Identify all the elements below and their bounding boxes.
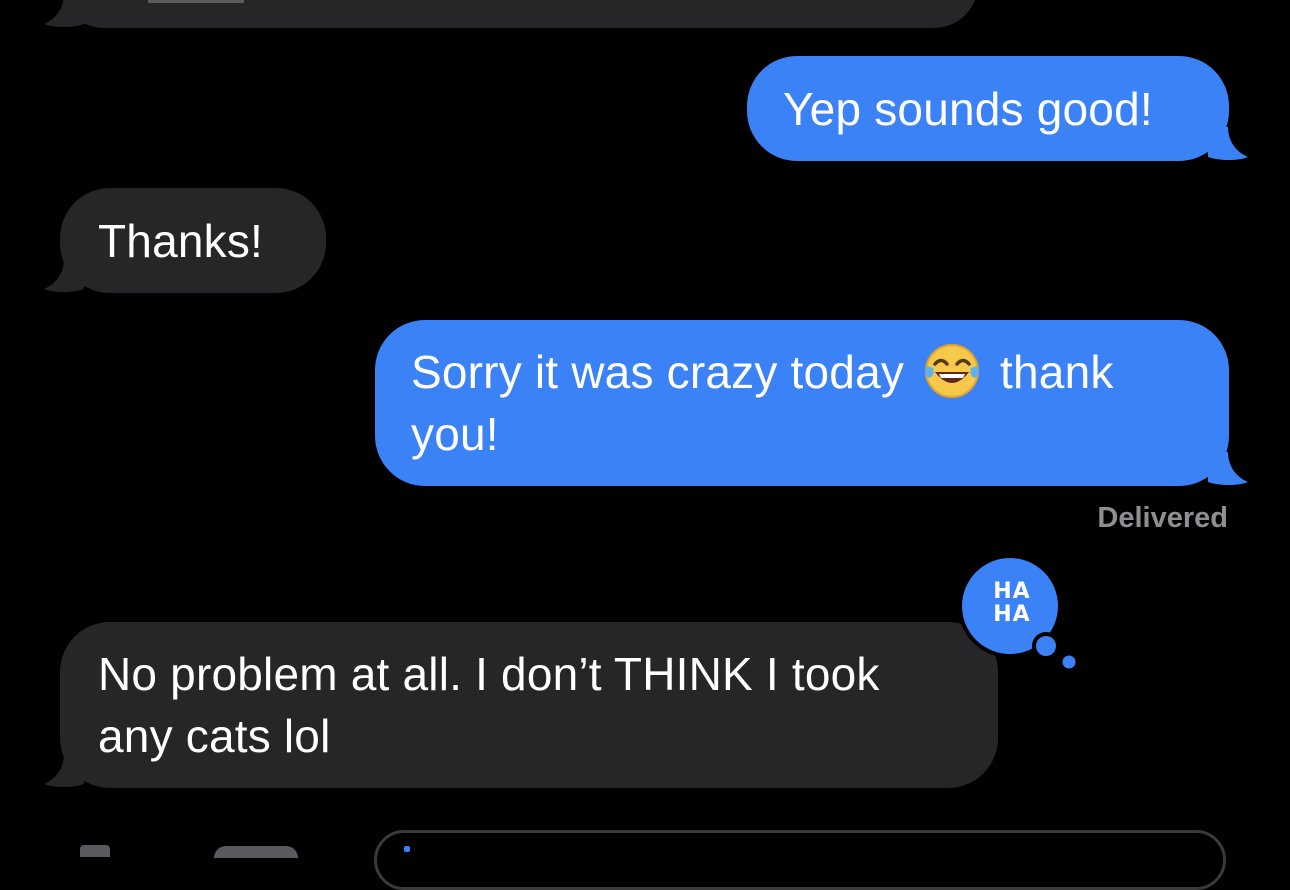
message-text: No problem at all. I don’t THINK I took … (98, 643, 960, 767)
message-text: Thanks! (98, 215, 264, 267)
message-text-line: any cats lol (98, 710, 331, 762)
input-cursor (404, 846, 410, 852)
face-with-tears-of-joy-icon (923, 342, 981, 400)
incoming-message-bubble[interactable]: No problem at all. I don’t THINK I took … (60, 622, 998, 788)
message-text-part: Sorry it was crazy today (411, 346, 905, 398)
message-text-line: No problem at all. I don’t THINK I took (98, 648, 880, 700)
message-text-part: you! (411, 408, 499, 460)
camera-icon[interactable] (80, 845, 110, 857)
delivered-status: Delivered (1097, 502, 1228, 534)
previous-message-bubble[interactable] (60, 0, 978, 28)
haha-reaction-icon[interactable]: HA HA (958, 554, 1078, 671)
previous-message-fragment (148, 0, 244, 3)
message-text: Yep sounds good! (783, 83, 1153, 135)
outgoing-message-bubble[interactable]: Sorry it was crazy today thank you! (375, 320, 1229, 486)
incoming-bubble-tail (44, 754, 84, 788)
outgoing-message-bubble[interactable]: Yep sounds good! (747, 56, 1229, 161)
message-text: Sorry it was crazy today thank you! (411, 341, 1193, 465)
outgoing-bubble-tail (1208, 452, 1248, 486)
incoming-message-bubble[interactable]: Thanks! (60, 188, 326, 293)
message-text-part: thank (1000, 346, 1114, 398)
previous-message-tail (44, 0, 84, 28)
outgoing-bubble-tail (1208, 127, 1248, 161)
apps-icon[interactable] (214, 846, 298, 858)
reaction-label: HA HA (993, 579, 1031, 627)
message-input[interactable] (374, 830, 1226, 890)
incoming-bubble-tail (44, 259, 84, 293)
